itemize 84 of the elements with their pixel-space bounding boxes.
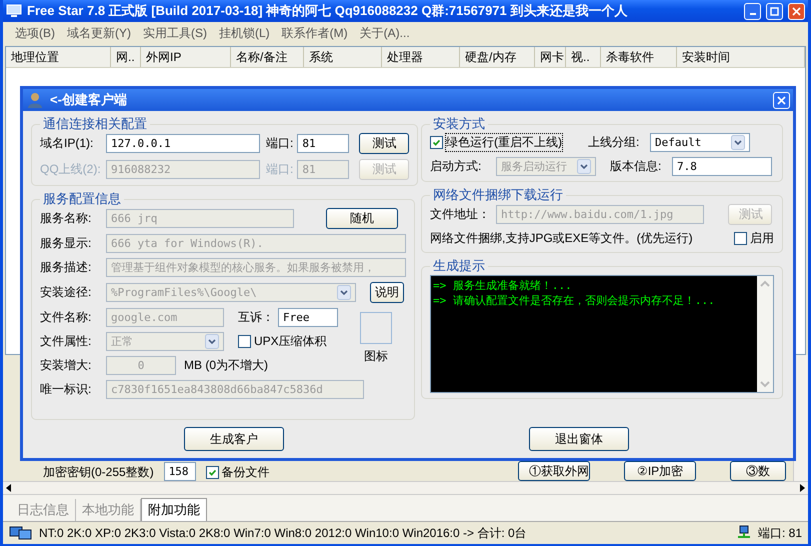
field-label: 文件属性: <box>40 333 92 350</box>
minimize-button[interactable] <box>744 2 761 20</box>
dialog-button[interactable]: 生成客户 <box>184 427 284 451</box>
menu-item[interactable]: 选项(B) <box>9 24 61 42</box>
log-line: => 请确认配置文件是否存在，否则会提示内存不足！... <box>433 293 716 308</box>
column-header[interactable]: 视.. <box>566 47 601 67</box>
column-header[interactable]: 网.. <box>111 47 141 67</box>
field-label: 端口: <box>266 135 294 152</box>
menu-item[interactable]: 挂机锁(L) <box>213 24 276 42</box>
checkbox[interactable] <box>430 136 443 149</box>
menu-item[interactable]: 联系作者(M) <box>276 24 354 42</box>
text-field[interactable]: 7.8 <box>672 157 772 176</box>
field-label: 服务名称: <box>40 210 92 227</box>
unit-note: MB (0为不增大) <box>184 357 268 374</box>
checkbox[interactable] <box>206 466 219 479</box>
column-header[interactable]: 地理位置 <box>6 47 111 67</box>
checkbox[interactable] <box>238 335 251 348</box>
field-label: 唯一标识: <box>40 381 92 398</box>
field-label: 安装途径: <box>40 284 92 301</box>
field-label: 上线分组: <box>588 134 640 151</box>
group-title: 通信连接相关配置 <box>42 115 148 133</box>
column-header[interactable]: 硬盘/内存 <box>460 47 535 67</box>
close-icon <box>792 6 801 16</box>
action-button[interactable]: ③数 <box>730 461 786 481</box>
text-field[interactable]: 158 <box>164 462 196 481</box>
checkbox-label: 启用 <box>750 230 774 247</box>
field-label: 服务描述: <box>40 259 92 276</box>
maximize-icon <box>770 6 779 16</box>
computers-icon <box>9 525 33 541</box>
checkbox-label: 绿色运行(重启不上线) <box>446 134 562 151</box>
field-label: 域名IP(1): <box>40 135 94 152</box>
close-button[interactable] <box>788 2 805 20</box>
text-field[interactable]: 127.0.0.1 <box>106 134 260 153</box>
field-label: 文件名称: <box>40 309 92 326</box>
column-header[interactable]: 安装时间 <box>677 47 805 67</box>
test-button[interactable]: 测试 <box>359 133 410 154</box>
field-label: 互诉： <box>238 309 274 326</box>
group-title: 安装方式 <box>432 115 486 133</box>
group-title: 网络文件捆绑下载运行 <box>432 186 564 204</box>
checkbox[interactable] <box>734 232 747 245</box>
hint-text: 网络文件捆绑,支持JPG或EXE等文件。(优先运行) <box>430 230 693 247</box>
network-icon <box>736 525 752 541</box>
action-button[interactable]: ②IP加密 <box>624 461 696 481</box>
port-field[interactable]: 81 <box>297 134 350 153</box>
dialog-title: <-创建客户端 <box>50 91 127 109</box>
field-label: 启动方式: <box>430 158 482 175</box>
column-header[interactable]: 处理器 <box>382 47 460 67</box>
column-header[interactable]: 杀毒软件 <box>601 47 677 67</box>
window-title: Free Star 7.8 正式版 [Build 2017-03-18] 神奇的阿七 Qq916088232 Q群:71567971 到头来还是我一个人 <box>27 2 628 20</box>
group-title: 生成提示 <box>432 257 486 275</box>
field-label: 版本信息: <box>610 158 662 175</box>
menu-item[interactable]: 域名更新(Y) <box>61 24 137 42</box>
monitor-icon <box>6 4 22 18</box>
group-title: 服务配置信息 <box>42 190 122 208</box>
random-button[interactable]: 随机 <box>326 208 398 229</box>
field-label: 加密密钥(0-255整数) <box>43 464 154 481</box>
menu-item[interactable]: 实用工具(S) <box>137 24 213 42</box>
close-button[interactable] <box>773 92 790 108</box>
column-header[interactable]: 名称/备注 <box>231 47 304 67</box>
menu-item[interactable]: 关于(A)... <box>354 24 416 42</box>
checkbox-label: UPX压缩体积 <box>254 333 327 350</box>
status-text: NT:0 2K:0 XP:0 2K3:0 Vista:0 2K8:0 Win7:0 Win8:0 2012:0 Win10:0 Win2016:0 -> 合计: 0台 <box>39 524 527 542</box>
dropdown[interactable]: Default <box>650 133 750 152</box>
field-label: 服务显示: <box>40 235 92 252</box>
action-button[interactable]: ①获取外网 <box>518 461 590 481</box>
column-header[interactable]: 外网IP <box>141 47 231 67</box>
field-label: 安装增大: <box>40 357 92 374</box>
port-status: 端口: 81 <box>758 524 802 542</box>
maximize-button[interactable] <box>766 2 783 20</box>
close-icon <box>777 96 786 104</box>
dialog-button[interactable]: 退出窗体 <box>529 427 629 451</box>
text-field[interactable]: Free <box>278 308 338 327</box>
icon-label: 图标 <box>364 348 388 365</box>
field-label: 端口: <box>266 161 294 178</box>
field-label: 文件地址： <box>430 206 491 223</box>
tab[interactable]: 附加功能 <box>141 498 207 521</box>
column-header[interactable]: 网卡 <box>535 47 566 67</box>
checkbox-label: 备份文件 <box>222 464 270 481</box>
log-line: => 服务生成准备就绪！... <box>433 278 573 293</box>
field-label: QQ上线(2): <box>40 161 102 178</box>
minimize-icon <box>750 13 756 15</box>
help-button[interactable]: 说明 <box>370 282 404 303</box>
user-icon <box>26 92 44 108</box>
column-header[interactable]: 系统 <box>304 47 382 67</box>
